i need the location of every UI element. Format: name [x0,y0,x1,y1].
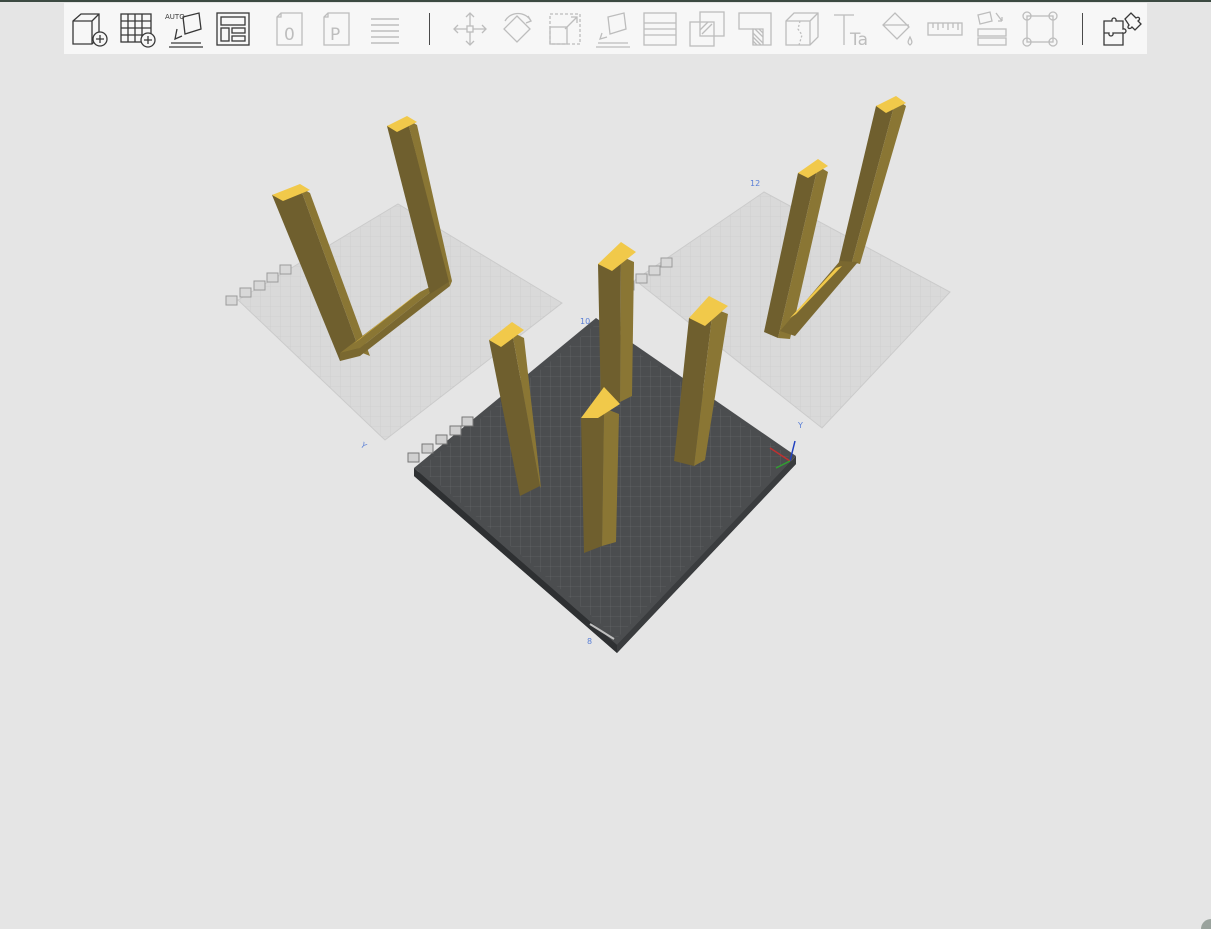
plate-arrange-icon[interactable] [635,273,648,284]
lay-on-face-icon [596,11,630,48]
plate-orient-icon[interactable] [435,434,448,445]
text-tool-label: Ta [849,30,868,50]
seam-paint-icon [785,11,819,46]
window-top-border [0,0,1211,2]
text-icon: Ta [833,13,868,50]
split-to-objects-button[interactable]: 0 [268,7,312,51]
simplify-icon [1021,10,1058,47]
model-post-2[interactable] [598,242,636,410]
plate-2-axis-label-y: Y [797,421,803,430]
color-paint-button[interactable] [875,7,919,51]
move-button[interactable] [448,7,492,51]
scale-icon [548,12,581,45]
plate-close-icon[interactable] [225,295,238,306]
toolbar-separator [428,12,430,45]
plate-orient-icon[interactable] [253,280,266,291]
plate-arrange-icon[interactable] [421,443,434,454]
split-objects-label: 0 [284,25,295,45]
text-tool-button[interactable]: Ta [828,7,872,51]
add-object-icon [72,12,108,47]
split-to-parts-button[interactable]: P [315,7,359,51]
measure-icon [926,21,963,36]
lay-on-face-button[interactable] [590,7,634,51]
measure-button[interactable] [923,7,967,51]
plate-lock-icon[interactable] [266,272,279,283]
seam-paint-button[interactable] [780,7,824,51]
scale-button[interactable] [543,7,587,51]
main-toolbar: AUTO 0 P Ta [64,3,1147,54]
simplify-button[interactable] [1018,7,1062,51]
puzzle-button[interactable] [1099,7,1143,51]
cut-icon [642,11,677,46]
split-parts-label: P [330,25,340,45]
plate-settings-icon[interactable] [461,416,474,427]
auto-orient-label: AUTO [165,13,185,21]
support-paint-button[interactable] [733,7,777,51]
arrange-icon [215,11,250,46]
layers-icon [370,17,399,44]
plate-lock-icon[interactable] [660,257,673,268]
plate-1-axis-label: Y [358,440,368,451]
layers-button[interactable] [363,7,407,51]
plate-2-axis-label: 12 [750,179,760,188]
plate-arrange-icon[interactable] [239,287,252,298]
assembly-icon [977,10,1007,46]
support-paint-icon [737,11,772,46]
arrange-button[interactable] [211,7,255,51]
assembly-button[interactable] [970,7,1014,51]
boolean-button[interactable] [685,7,729,51]
plate-lock-icon[interactable] [449,425,462,436]
plate-close-icon[interactable] [407,452,420,463]
split-parts-icon: P [323,11,350,46]
puzzle-icon [1102,11,1142,46]
3d-viewport[interactable]: Y 12 Y 10 8 [0,56,1211,929]
rotate-button[interactable] [495,7,539,51]
rotate-icon [503,12,532,43]
boolean-icon [689,10,725,47]
3d-scene[interactable]: Y 12 Y 10 8 [0,56,1211,929]
cut-button[interactable] [638,7,682,51]
plate-settings-icon[interactable] [279,264,292,275]
plate-3-axis-label-y: 8 [587,637,592,646]
move-icon [452,11,487,46]
add-plate-button[interactable] [116,7,160,51]
auto-orient-icon: AUTO [165,11,203,48]
plate-orient-icon[interactable] [648,265,661,276]
split-objects-icon: 0 [275,11,303,46]
plate-3-axis-label: 10 [580,317,590,326]
add-object-button[interactable] [68,7,112,51]
add-plate-icon [119,12,156,48]
color-paint-icon [882,11,913,46]
auto-orient-button[interactable]: AUTO [163,7,207,51]
toolbar-separator [1081,12,1083,45]
